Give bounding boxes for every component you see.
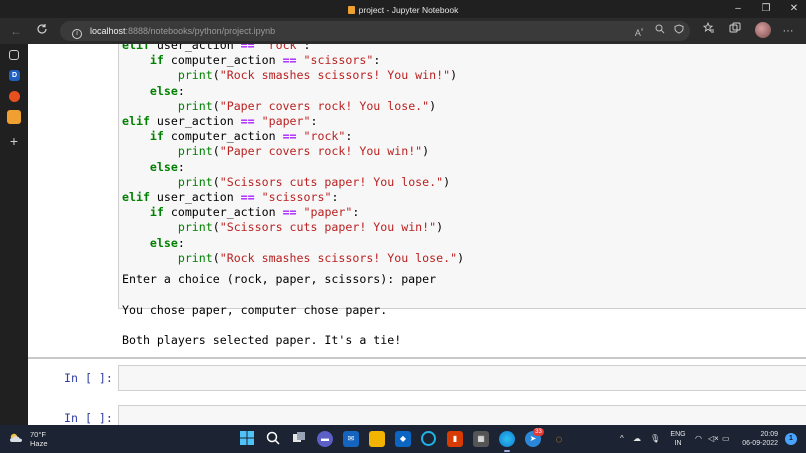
refresh-button[interactable] xyxy=(33,23,51,39)
add-app-icon[interactable]: + xyxy=(7,134,21,148)
chat-icon[interactable]: ▬ xyxy=(317,431,333,447)
orange-app-icon[interactable] xyxy=(9,91,20,102)
file-explorer-icon[interactable] xyxy=(369,431,385,447)
collections-glyph xyxy=(729,22,741,33)
browser-toolbar: ← i localhost:8888/notebooks/python/proje… xyxy=(0,18,806,44)
profile-avatar[interactable] xyxy=(755,22,771,38)
code-line: if computer_action == "rock": xyxy=(149,129,353,144)
code-line: elif user_action == "rock": xyxy=(122,44,311,52)
clock[interactable]: 20:09 06-09-2022 xyxy=(728,430,778,448)
notification-badge: 33 xyxy=(533,428,544,436)
weather-haze-icon xyxy=(10,433,22,442)
notebook-area: elif user_action == "rock": if computer_… xyxy=(28,44,806,425)
jupyter-taskbar-icon[interactable]: ◌ xyxy=(551,431,567,447)
input-prompt: In [ ]: xyxy=(64,371,113,385)
code-line: if computer_action == "paper": xyxy=(149,205,360,220)
tracking-prevention-icon[interactable] xyxy=(671,23,687,39)
task-view-glyph xyxy=(293,432,305,442)
code-line: print("Rock smashes scissors! You win!") xyxy=(177,68,458,83)
dropbox-icon[interactable]: ◆ xyxy=(395,431,411,447)
cortana-icon[interactable] xyxy=(421,431,436,446)
empty-code-cell[interactable] xyxy=(118,365,806,391)
site-info-icon[interactable]: i xyxy=(72,29,82,39)
show-hidden-icons[interactable]: ^ xyxy=(620,434,624,444)
windows-taskbar: 70°F Haze ▬ ✉ ◆ ▮ ▦ ➤ 33 ◌ ^ ☁ 🎙 ENG IN ◠ … xyxy=(0,425,806,453)
window-titlebar: project - Jupyter Notebook – ❐ ✕ xyxy=(0,0,806,18)
code-line: else: xyxy=(149,235,185,250)
magnifier-icon xyxy=(655,24,665,34)
close-button[interactable]: ✕ xyxy=(780,2,806,16)
browser-sidebar: D + xyxy=(0,44,28,425)
volume-icon[interactable]: ◁× xyxy=(708,434,719,444)
code-line: print("Paper covers rock! You win!") xyxy=(177,144,430,159)
maximize-button[interactable]: ❐ xyxy=(752,2,780,16)
wifi-icon[interactable]: ◠ xyxy=(695,434,702,444)
onedrive-icon[interactable]: ☁ xyxy=(633,434,641,444)
zoom-icon[interactable] xyxy=(652,23,668,39)
code-line: print("Scissors cuts paper! You lose.") xyxy=(177,174,451,189)
task-view-icon[interactable] xyxy=(291,431,307,447)
input-prompt: In [ ]: xyxy=(64,411,113,425)
tab-actions-icon[interactable] xyxy=(9,50,19,60)
output-line: Enter a choice (rock, paper, scissors): … xyxy=(122,272,437,286)
edge-icon[interactable] xyxy=(499,431,515,447)
d-app-icon[interactable]: D xyxy=(9,70,20,81)
minimize-button[interactable]: – xyxy=(724,2,752,16)
url-host: localhost xyxy=(90,26,126,36)
back-button[interactable]: ← xyxy=(7,23,25,39)
more-options-icon[interactable]: ··· xyxy=(779,22,797,40)
code-line: elif user_action == "paper": xyxy=(122,114,318,129)
weather-temp: 70°F xyxy=(30,430,46,439)
collections-icon[interactable] xyxy=(726,22,744,40)
shield-icon xyxy=(674,24,684,34)
microphone-icon[interactable]: 🎙 xyxy=(650,434,660,444)
code-line: print("Scissors cuts paper! You win!") xyxy=(177,220,444,235)
code-line: else: xyxy=(149,159,185,174)
empty-code-cell[interactable] xyxy=(118,405,806,425)
code-line: print("Paper covers rock! You lose.") xyxy=(177,98,437,113)
code-line: elif user_action == "scissors": xyxy=(122,190,339,205)
weather-desc: Haze xyxy=(30,439,48,448)
notification-center-icon[interactable]: 1 xyxy=(785,433,797,445)
cell-divider xyxy=(28,357,806,359)
active-app-indicator xyxy=(504,450,510,452)
language-indicator[interactable]: ENG IN xyxy=(668,430,688,448)
office-icon[interactable]: ▮ xyxy=(447,431,463,447)
read-aloud-icon[interactable]: Aᵃ xyxy=(631,23,647,41)
magnifier-icon xyxy=(266,431,280,445)
search-icon[interactable] xyxy=(265,431,281,447)
code-line: else: xyxy=(149,83,185,98)
code-line: print("Rock smashes scissors! You lose."… xyxy=(177,250,465,265)
url-path: :8888/notebooks/python/project.ipynb xyxy=(125,26,276,36)
code-line: if computer_action == "scissors": xyxy=(149,53,381,68)
jupyter-app-icon[interactable] xyxy=(7,110,21,124)
start-icon[interactable] xyxy=(239,431,255,447)
store-icon[interactable]: ▦ xyxy=(473,431,489,447)
windows-logo-icon xyxy=(240,431,254,445)
address-bar[interactable]: i localhost:8888/notebooks/python/project… xyxy=(60,21,690,41)
refresh-icon xyxy=(37,24,47,34)
code-editor[interactable]: elif user_action == "rock": if computer_… xyxy=(122,44,464,266)
mail-icon[interactable]: ✉ xyxy=(343,431,359,447)
favorites-icon[interactable] xyxy=(700,21,718,40)
output-line: Both players selected paper. It's a tie! xyxy=(122,333,402,347)
jupyter-tab-icon xyxy=(347,6,355,14)
window-title: project - Jupyter Notebook xyxy=(0,5,806,15)
star-list-icon xyxy=(702,21,714,33)
output-line: You chose paper, computer chose paper. xyxy=(122,303,388,317)
